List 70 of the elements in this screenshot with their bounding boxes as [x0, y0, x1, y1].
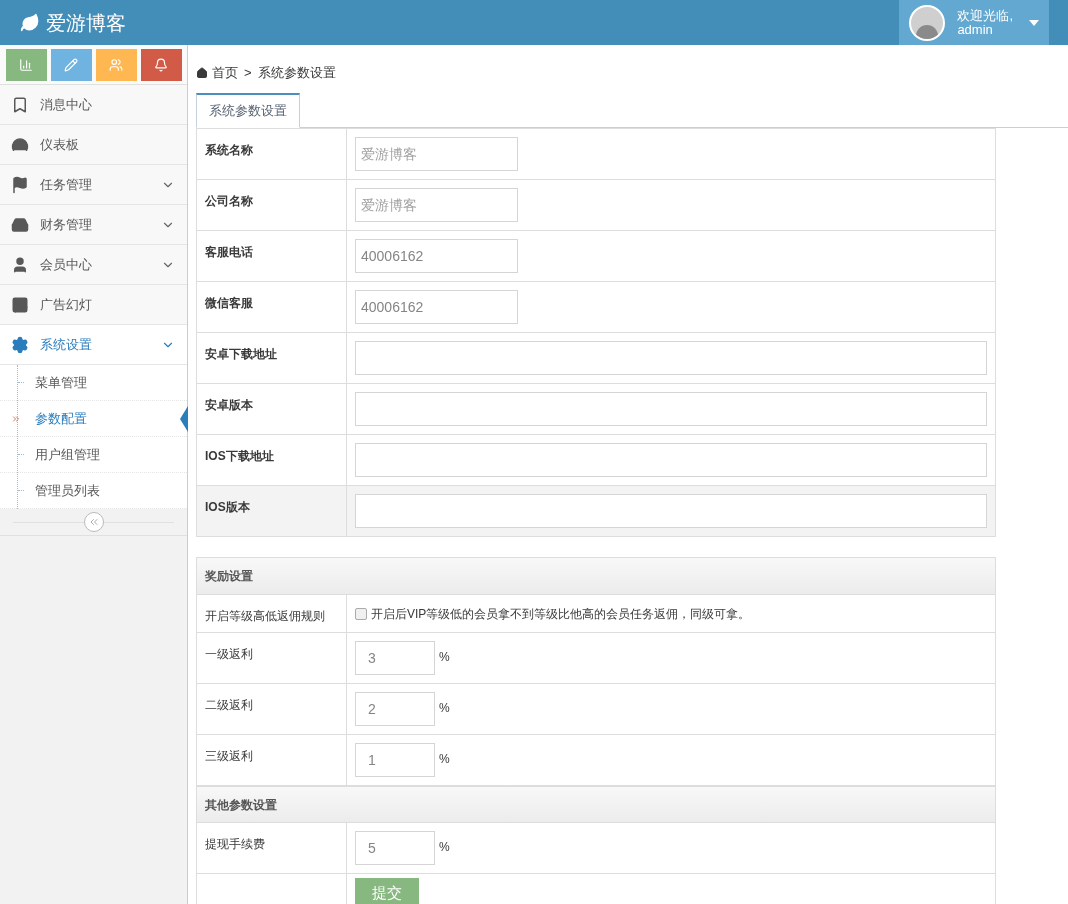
greeting-text: 欢迎光临, — [957, 8, 1013, 23]
field-label: 客服电话 — [205, 245, 253, 259]
field-label: IOS下载地址 — [205, 449, 274, 463]
field-label: 开启等级高低返佣规则 — [205, 609, 325, 623]
home-icon — [196, 67, 208, 79]
unit-label: % — [439, 700, 450, 717]
shortcut-button[interactable] — [140, 48, 182, 81]
input-field[interactable]: 2 — [355, 692, 435, 726]
bell-icon — [154, 57, 168, 72]
active-pointer-icon — [180, 405, 188, 432]
sidebar-item[interactable]: 仪表板 — [0, 125, 187, 165]
breadcrumb-text: 系统参数设置 — [257, 64, 336, 83]
leaf-icon — [20, 12, 40, 33]
field-label: 公司名称 — [205, 194, 253, 208]
bookmark-icon — [11, 95, 29, 114]
caret-icon — [1029, 19, 1039, 26]
field-label: 系统名称 — [205, 143, 253, 157]
submenu-item[interactable]: 管理员列表 — [0, 473, 187, 509]
field-label: 安卓下载地址 — [205, 347, 277, 361]
input-field[interactable]: 40006162 — [355, 239, 518, 273]
field-label: 提现手续费 — [205, 837, 265, 851]
input-field[interactable] — [355, 392, 987, 426]
checkbox-label: 开启后VIP等级低的会员拿不到等级比他高的会员任务返佣，同级可拿。 — [371, 606, 751, 623]
shortcut-button[interactable] — [5, 48, 47, 81]
chart-icon — [19, 57, 33, 72]
breadcrumb-separator: > — [244, 64, 252, 83]
unit-label: % — [439, 751, 450, 768]
submenu-item[interactable]: 用户组管理 — [0, 437, 187, 473]
username-text: admin — [957, 22, 993, 37]
field-label: 三级返利 — [205, 749, 253, 763]
sidebar-item[interactable]: 会员中心 — [0, 245, 187, 285]
input-field[interactable] — [355, 443, 987, 477]
gear-icon — [11, 335, 29, 354]
unit-label: % — [439, 839, 450, 856]
unit-label: % — [439, 649, 450, 666]
sidebar-item[interactable]: 任务管理 — [0, 165, 187, 205]
section-header: 其他参数设置 — [197, 786, 995, 822]
sidebar-item[interactable]: 系统设置 — [0, 325, 187, 365]
shortcut-button[interactable] — [95, 48, 137, 81]
avatar — [909, 4, 946, 41]
input-field[interactable]: 爱游博客 — [355, 188, 518, 222]
shortcut-button[interactable] — [50, 48, 92, 81]
input-field[interactable]: 1 — [355, 743, 435, 777]
submenu-item[interactable]: 参数配置 — [0, 401, 187, 437]
field-label: 安卓版本 — [205, 398, 253, 412]
section-header: 奖励设置 — [197, 558, 995, 594]
users-icon — [109, 57, 123, 72]
checkbox[interactable] — [355, 608, 367, 620]
input-field[interactable] — [355, 341, 987, 375]
pencil-icon — [64, 57, 78, 72]
input-field[interactable]: 爱游博客 — [355, 137, 518, 171]
flag-icon — [11, 175, 29, 194]
sidebar-item[interactable]: 广告幻灯 — [0, 285, 187, 325]
input-field[interactable]: 5 — [355, 831, 435, 865]
sidebar-item[interactable]: 消息中心 — [0, 85, 187, 125]
field-label: 二级返利 — [205, 698, 253, 712]
collapse-button[interactable] — [83, 512, 104, 532]
brand-title: 爱游博客 — [46, 10, 126, 36]
input-field[interactable]: 3 — [355, 641, 435, 675]
submenu-item[interactable]: 菜单管理 — [0, 365, 187, 401]
breadcrumb-link[interactable]: 首页 — [212, 63, 238, 83]
field-label: IOS版本 — [205, 500, 250, 514]
field-label: 微信客服 — [205, 296, 253, 310]
sidebar-item[interactable]: 财务管理 — [0, 205, 187, 245]
input-field[interactable] — [355, 494, 987, 528]
field-label: 一级返利 — [205, 647, 253, 661]
tab[interactable]: 系统参数设置 — [196, 93, 300, 128]
input-field[interactable]: 40006162 — [355, 290, 518, 324]
user-icon — [11, 255, 29, 274]
double-chevron-icon — [11, 413, 21, 424]
